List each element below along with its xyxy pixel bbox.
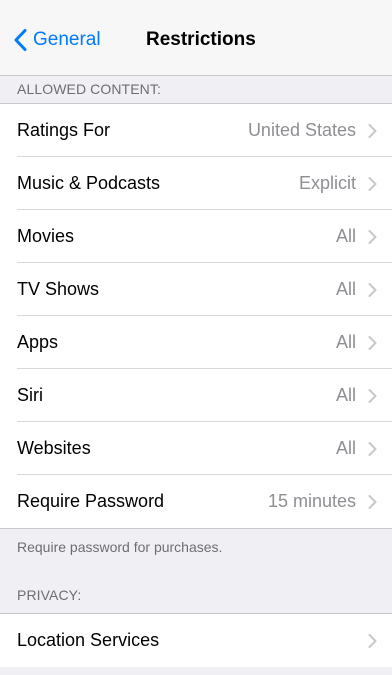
row-label: Require Password: [17, 491, 165, 511]
chevron-right-icon: [368, 335, 377, 350]
row-label: Siri: [17, 385, 43, 405]
row-label: TV Shows: [17, 279, 100, 299]
row-movies[interactable]: Movies All: [0, 210, 392, 263]
page-title: Restrictions: [146, 29, 256, 50]
row-label: Music & Podcasts: [17, 173, 161, 193]
chevron-right-icon: [368, 633, 377, 648]
row-tv-shows[interactable]: TV Shows All: [0, 263, 392, 316]
row-value: All: [335, 332, 356, 352]
restrictions-screen: General Restrictions ALLOWED CONTENT: Ra…: [0, 0, 392, 675]
privacy-group: Location Services: [0, 613, 392, 667]
allowed-content-group: Ratings For United States Music & Podcas…: [0, 103, 392, 529]
navigation-bar: General Restrictions: [0, 0, 392, 76]
require-password-footer-note: Require password for purchases.: [17, 539, 223, 555]
chevron-right-icon: [368, 282, 377, 297]
chevron-right-icon: [368, 123, 377, 138]
row-label: Movies: [17, 226, 75, 246]
row-value: Explicit: [298, 173, 356, 193]
row-siri[interactable]: Siri All: [0, 369, 392, 422]
row-value: All: [335, 385, 356, 405]
chevron-right-icon: [368, 494, 377, 509]
chevron-right-icon: [368, 176, 377, 191]
row-label: Location Services: [17, 630, 160, 650]
row-value: United States: [247, 120, 356, 140]
row-music-podcasts[interactable]: Music & Podcasts Explicit: [0, 157, 392, 210]
row-value: 15 minutes: [267, 491, 356, 511]
row-value: All: [335, 279, 356, 299]
chevron-left-icon: [14, 29, 27, 51]
row-label: Ratings For: [17, 120, 111, 140]
row-ratings-for[interactable]: Ratings For United States: [0, 104, 392, 157]
back-button-label: General: [33, 29, 101, 50]
row-require-password[interactable]: Require Password 15 minutes: [0, 475, 392, 528]
chevron-right-icon: [368, 229, 377, 244]
section-header-allowed-content: ALLOWED CONTENT:: [17, 81, 161, 97]
back-button[interactable]: General: [14, 24, 101, 56]
row-label: Apps: [17, 332, 59, 352]
row-location-services[interactable]: Location Services: [0, 614, 392, 667]
row-apps[interactable]: Apps All: [0, 316, 392, 369]
chevron-right-icon: [368, 441, 377, 456]
chevron-right-icon: [368, 388, 377, 403]
row-label: Websites: [17, 438, 91, 458]
row-value: All: [335, 438, 356, 458]
section-header-privacy: PRIVACY:: [17, 587, 82, 603]
row-websites[interactable]: Websites All: [0, 422, 392, 475]
row-value: All: [335, 226, 356, 246]
